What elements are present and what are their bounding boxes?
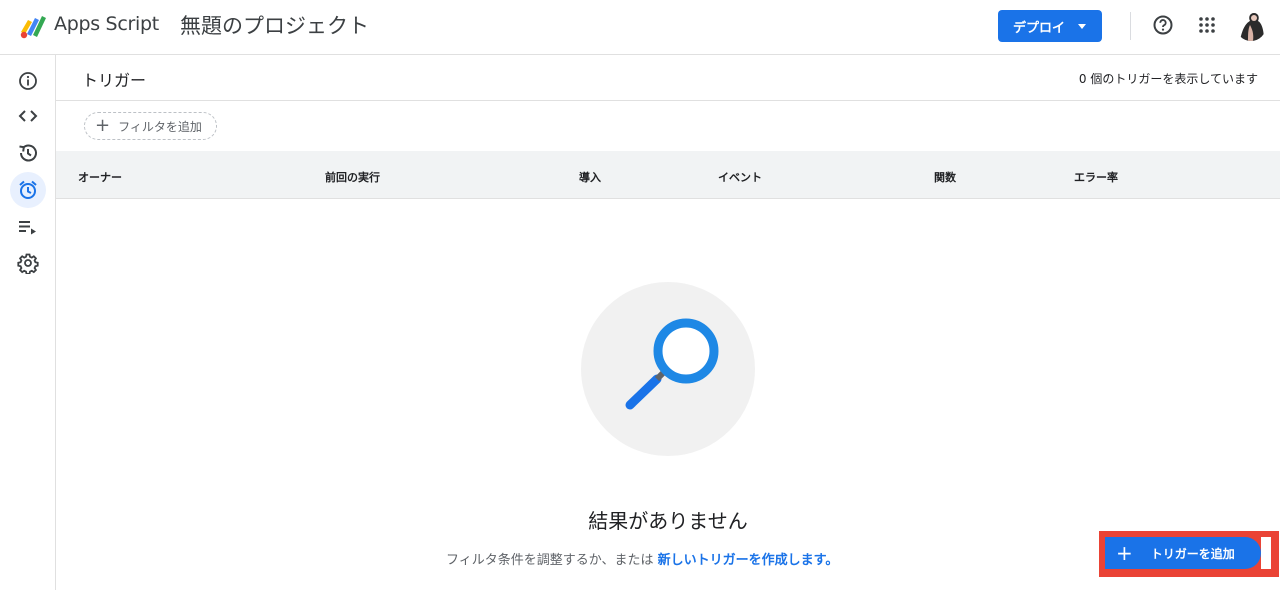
column-header-error-rate[interactable]: エラー率	[1074, 169, 1118, 185]
left-navigation-rail	[0, 55, 56, 590]
table-header: オーナー 前回の実行 導入 イベント 関数 エラー率	[56, 151, 1280, 199]
empty-state-illustration	[581, 282, 755, 456]
code-editor-icon[interactable]	[10, 98, 46, 134]
main-content: トリガー 0 個のトリガーを表示しています + フィルタを追加 オーナー 前回の…	[56, 55, 1280, 590]
add-filter-label: フィルタを追加	[118, 119, 202, 134]
column-header-function[interactable]: 関数	[934, 169, 956, 185]
highlight-gap	[1261, 537, 1271, 569]
empty-state-title: 結果がありません	[588, 509, 748, 533]
history-icon[interactable]	[10, 135, 46, 171]
help-icon[interactable]	[1152, 14, 1174, 36]
add-trigger-highlight: + トリガーを追加	[1099, 531, 1279, 577]
chevron-down-icon	[1078, 24, 1086, 29]
triggers-alarm-icon[interactable]	[10, 172, 46, 208]
add-trigger-button[interactable]: + トリガーを追加	[1105, 537, 1261, 569]
plus-icon: +	[1116, 541, 1133, 565]
column-header-owner[interactable]: オーナー	[78, 169, 122, 185]
overview-icon[interactable]	[10, 63, 46, 99]
add-filter-button[interactable]: + フィルタを追加	[84, 112, 217, 140]
deploy-label: デプロイ	[1013, 20, 1066, 36]
trigger-count: 0 個のトリガーを表示しています	[1078, 72, 1258, 86]
empty-state-subtitle: フィルタ条件を調整するか、または 新しいトリガーを作成します。	[446, 549, 838, 568]
column-header-event[interactable]: イベント	[718, 169, 762, 185]
apps-script-logo	[18, 12, 48, 40]
header-divider	[1130, 12, 1131, 40]
top-bar: Apps Script 無題のプロジェクト デプロイ	[0, 0, 1280, 55]
settings-gear-icon[interactable]	[10, 245, 46, 281]
column-header-deployment[interactable]: 導入	[579, 169, 601, 185]
plus-icon: +	[95, 115, 111, 136]
create-trigger-link[interactable]: 新しいトリガーを作成します。	[658, 553, 839, 568]
page-title: トリガー	[82, 71, 147, 90]
page-header: トリガー 0 個のトリガーを表示しています	[56, 55, 1280, 101]
avatar[interactable]	[1236, 11, 1266, 41]
project-title[interactable]: 無題のプロジェクト	[180, 10, 369, 40]
column-header-last-run[interactable]: 前回の実行	[325, 169, 380, 185]
deploy-button[interactable]: デプロイ	[998, 10, 1102, 42]
executions-playlist-icon[interactable]	[10, 209, 46, 245]
add-trigger-label: トリガーを追加	[1150, 546, 1235, 561]
empty-state-hint: フィルタ条件を調整するか、または	[446, 553, 654, 568]
apps-grid-icon[interactable]	[1196, 14, 1218, 36]
brand-name: Apps Script	[54, 13, 159, 35]
